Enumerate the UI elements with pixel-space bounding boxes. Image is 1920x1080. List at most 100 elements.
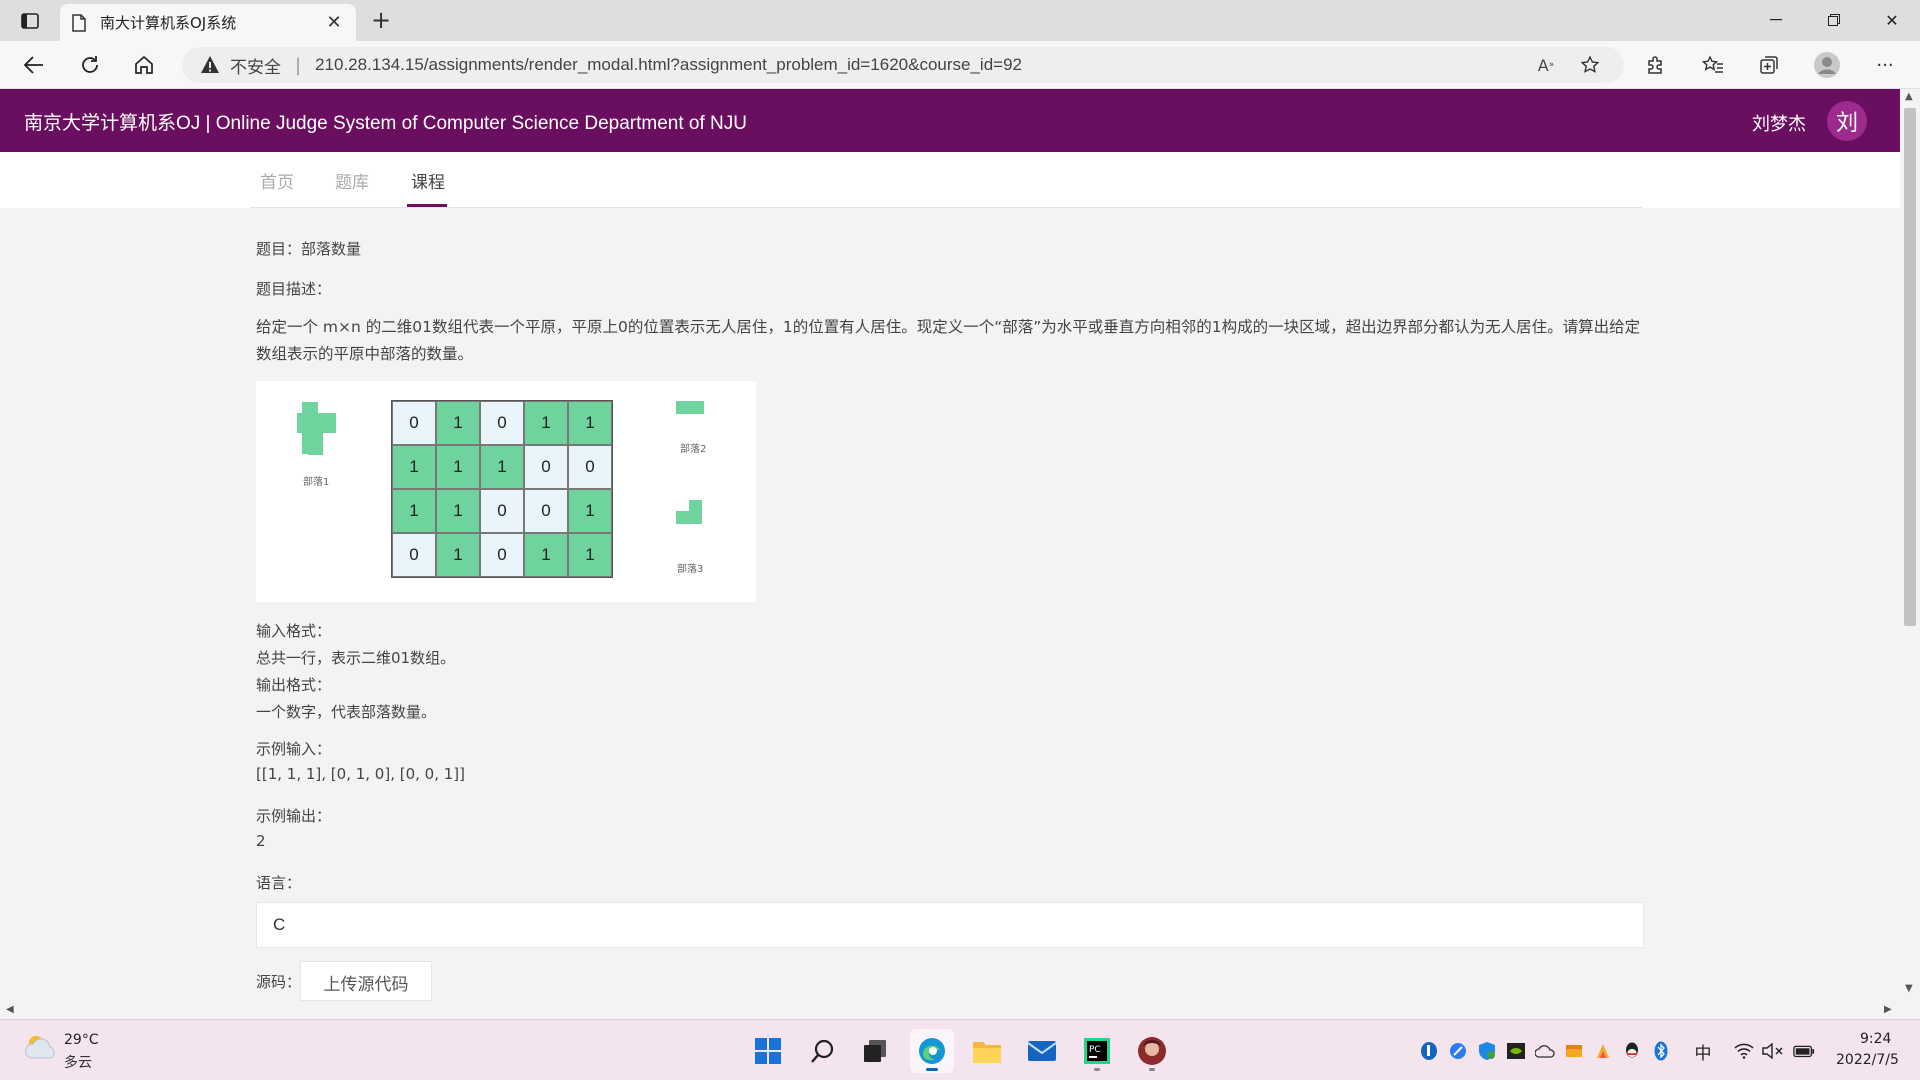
warning-icon[interactable] xyxy=(200,55,220,75)
user-name[interactable]: 刘梦杰 xyxy=(1752,110,1806,136)
grid-cell: 1 xyxy=(436,533,480,577)
tab-actions-icon xyxy=(21,13,39,29)
site-header: 南京大学计算机系OJ | Online Judge System of Comp… xyxy=(0,89,1900,152)
grid-cell: 1 xyxy=(480,445,524,489)
profile-button[interactable] xyxy=(1810,49,1844,81)
avatar[interactable]: 刘 xyxy=(1827,101,1867,141)
tray-app-icon-4[interactable] xyxy=(1592,1040,1614,1062)
start-button[interactable] xyxy=(746,1029,790,1073)
bluetooth-icon[interactable] xyxy=(1650,1040,1672,1062)
restore-button[interactable] xyxy=(1806,0,1862,40)
weather-description[interactable]: 多云 xyxy=(64,1052,92,1072)
vertical-scroll-thumb[interactable] xyxy=(1904,108,1916,626)
active-app-indicator xyxy=(926,1068,938,1071)
problem-description: 给定一个 m×n 的二维01数组代表一个平原，平原上0的位置表示无人居住，1的位… xyxy=(256,318,1641,363)
qq-icon[interactable] xyxy=(1621,1040,1643,1062)
grid-cell: 1 xyxy=(568,533,612,577)
tray-app-icon-2[interactable] xyxy=(1447,1040,1469,1062)
task-view-icon xyxy=(864,1040,886,1062)
nvidia-icon[interactable] xyxy=(1505,1040,1527,1062)
search-icon xyxy=(811,1039,834,1063)
nav-courses[interactable]: 课程 xyxy=(411,168,445,193)
collections-button[interactable] xyxy=(1752,49,1786,81)
output-format-label: 输出格式： xyxy=(256,676,332,694)
favorites-button[interactable] xyxy=(1696,49,1730,81)
problem-figure: 部落1 01011111001100101011 部落2 部落3 xyxy=(256,381,756,602)
home-icon xyxy=(135,55,153,74)
url-text[interactable]: 210.28.134.15/assignments/render_modal.h… xyxy=(315,55,1022,75)
minimize-icon xyxy=(1770,19,1782,21)
upload-source-button[interactable]: 上传源代码 xyxy=(300,961,432,1001)
page-viewport: 南京大学计算机系OJ | Online Judge System of Comp… xyxy=(0,89,1900,1001)
volume-muted-icon[interactable] xyxy=(1762,1040,1784,1062)
insecure-label[interactable]: 不安全 xyxy=(230,53,281,78)
chrome-like-app[interactable] xyxy=(1130,1029,1174,1073)
input-format-label: 输入格式： xyxy=(256,622,332,640)
tab-title: 南大计算机系OJ系统 xyxy=(100,14,237,32)
scroll-up-icon[interactable]: ▲ xyxy=(1905,91,1913,102)
edge-taskbar-app[interactable] xyxy=(910,1029,954,1073)
reload-button[interactable] xyxy=(72,49,108,81)
tribe1-shape-tail xyxy=(308,433,323,455)
wifi-icon[interactable] xyxy=(1733,1040,1755,1062)
pycharm-app[interactable]: PC xyxy=(1075,1029,1119,1073)
minimize-button[interactable] xyxy=(1748,0,1804,40)
add-favorite-icon[interactable] xyxy=(1576,52,1604,78)
close-icon: ✕ xyxy=(1885,10,1899,30)
tribe2-label: 部落2 xyxy=(680,444,707,455)
input-format-text: 总共一行，表示二维01数组。 xyxy=(256,649,456,667)
main-nav: 首页 题库 课程 xyxy=(0,152,1900,208)
file-explorer-app[interactable] xyxy=(965,1029,1009,1073)
nav-problems[interactable]: 题库 xyxy=(335,168,369,193)
weather-temperature[interactable]: 29°C xyxy=(64,1032,99,1048)
sample-output: 2 xyxy=(256,832,266,850)
anime-app-icon xyxy=(1138,1037,1166,1065)
close-tab-icon[interactable]: ✕ xyxy=(324,12,344,33)
scroll-left-icon[interactable]: ◀ xyxy=(6,1004,14,1015)
favorites-icon xyxy=(1702,55,1723,73)
tribe1-shape-arm xyxy=(297,413,336,433)
sample-output-label: 示例输出： xyxy=(256,807,332,825)
tray-app-icon-1[interactable] xyxy=(1418,1040,1440,1062)
clock-time[interactable]: 9:24 xyxy=(1860,1031,1891,1047)
read-aloud-icon[interactable]: A» xyxy=(1532,52,1560,78)
back-button[interactable] xyxy=(16,49,52,81)
tribe2-shape xyxy=(676,401,704,414)
battery-icon[interactable] xyxy=(1793,1040,1815,1062)
site-title[interactable]: 南京大学计算机系OJ | Online Judge System of Comp… xyxy=(24,108,747,135)
horizontal-scrollbar[interactable]: ◀ ▶ xyxy=(0,1001,1900,1019)
task-view-button[interactable] xyxy=(853,1029,897,1073)
more-options-button[interactable]: ··· xyxy=(1868,49,1902,81)
browser-tab-active[interactable]: 南大计算机系OJ系统 ✕ xyxy=(60,4,356,41)
tab-actions-button[interactable] xyxy=(12,8,48,34)
restore-icon xyxy=(1828,14,1840,26)
extensions-button[interactable] xyxy=(1638,49,1672,81)
search-button[interactable] xyxy=(801,1029,845,1073)
ime-indicator[interactable]: 中 xyxy=(1692,1040,1714,1064)
onedrive-icon[interactable] xyxy=(1534,1040,1556,1062)
collections-icon xyxy=(1760,56,1778,74)
scroll-down-icon[interactable]: ▼ xyxy=(1905,983,1913,994)
back-arrow-icon xyxy=(24,56,43,74)
url-field[interactable]: 不安全 | 210.28.134.15/assignments/render_m… xyxy=(182,47,1624,83)
language-select[interactable]: C xyxy=(256,902,1644,948)
tribe3-label: 部落3 xyxy=(677,564,704,575)
mail-app[interactable] xyxy=(1020,1029,1064,1073)
svg-text:PC: PC xyxy=(1089,1045,1101,1055)
tribe3-shape-top xyxy=(689,500,702,513)
profile-avatar-icon xyxy=(1814,52,1840,78)
security-shield-icon[interactable] xyxy=(1476,1040,1498,1062)
grid-cell: 0 xyxy=(480,489,524,533)
source-label: 源码： xyxy=(256,973,302,991)
home-button[interactable] xyxy=(126,49,162,81)
scroll-right-icon[interactable]: ▶ xyxy=(1884,1004,1892,1015)
tray-app-icon-3[interactable] xyxy=(1563,1040,1585,1062)
close-window-button[interactable]: ✕ xyxy=(1864,0,1920,40)
weather-widget[interactable] xyxy=(24,1032,58,1066)
new-tab-button[interactable]: + xyxy=(366,6,396,36)
grid-cell: 0 xyxy=(392,401,436,445)
clock-date[interactable]: 2022/7/5 xyxy=(1836,1052,1899,1068)
grid-cell: 0 xyxy=(392,533,436,577)
grid-cell: 0 xyxy=(524,489,568,533)
nav-home[interactable]: 首页 xyxy=(260,168,294,193)
